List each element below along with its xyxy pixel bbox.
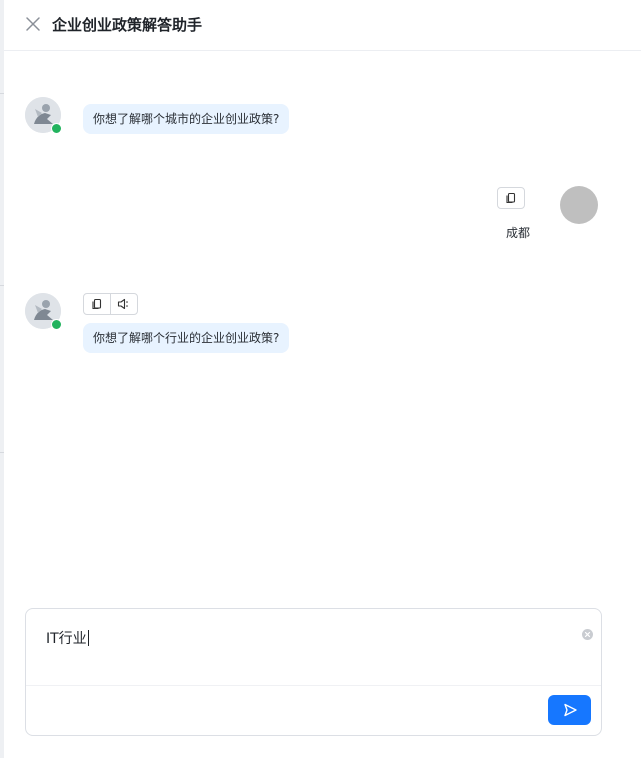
send-button[interactable] xyxy=(548,695,591,725)
input-divider xyxy=(26,685,601,686)
online-status-dot xyxy=(51,123,62,134)
user-message-text: 成都 xyxy=(506,226,531,240)
input-value: IT行业 xyxy=(46,631,87,647)
user-message-toolbar xyxy=(497,187,525,209)
copy-icon xyxy=(506,192,516,204)
left-edge-panel xyxy=(0,0,4,758)
edge-tick xyxy=(0,452,4,453)
chat-title: 企业创业政策解答助手 xyxy=(52,16,203,34)
clear-input-button[interactable] xyxy=(582,629,593,640)
copy-button[interactable] xyxy=(498,188,524,208)
copy-icon xyxy=(92,298,102,310)
assistant-message-bubble: 你想了解哪个行业的企业创业政策? xyxy=(83,323,290,353)
edge-tick xyxy=(0,93,4,94)
text-caret xyxy=(87,630,89,646)
clear-icon xyxy=(584,631,591,638)
message-input-box[interactable]: IT行业 xyxy=(25,608,602,736)
online-status-dot xyxy=(51,319,62,330)
chat-header: 企业创业政策解答助手 xyxy=(4,0,641,51)
edge-tick xyxy=(0,285,4,286)
assistant-avatar xyxy=(25,293,62,330)
assistant-message-toolbar xyxy=(83,293,138,315)
send-icon xyxy=(563,703,577,717)
speaker-icon xyxy=(117,298,128,310)
user-avatar xyxy=(560,186,598,224)
copy-button[interactable] xyxy=(84,294,110,314)
assistant-message-bubble: 你想了解哪个城市的企业创业政策? xyxy=(83,104,290,134)
message-input[interactable]: IT行业 xyxy=(46,628,89,648)
close-icon xyxy=(26,17,40,31)
close-button[interactable] xyxy=(24,15,42,33)
read-aloud-button[interactable] xyxy=(110,294,137,314)
assistant-avatar xyxy=(25,97,62,134)
